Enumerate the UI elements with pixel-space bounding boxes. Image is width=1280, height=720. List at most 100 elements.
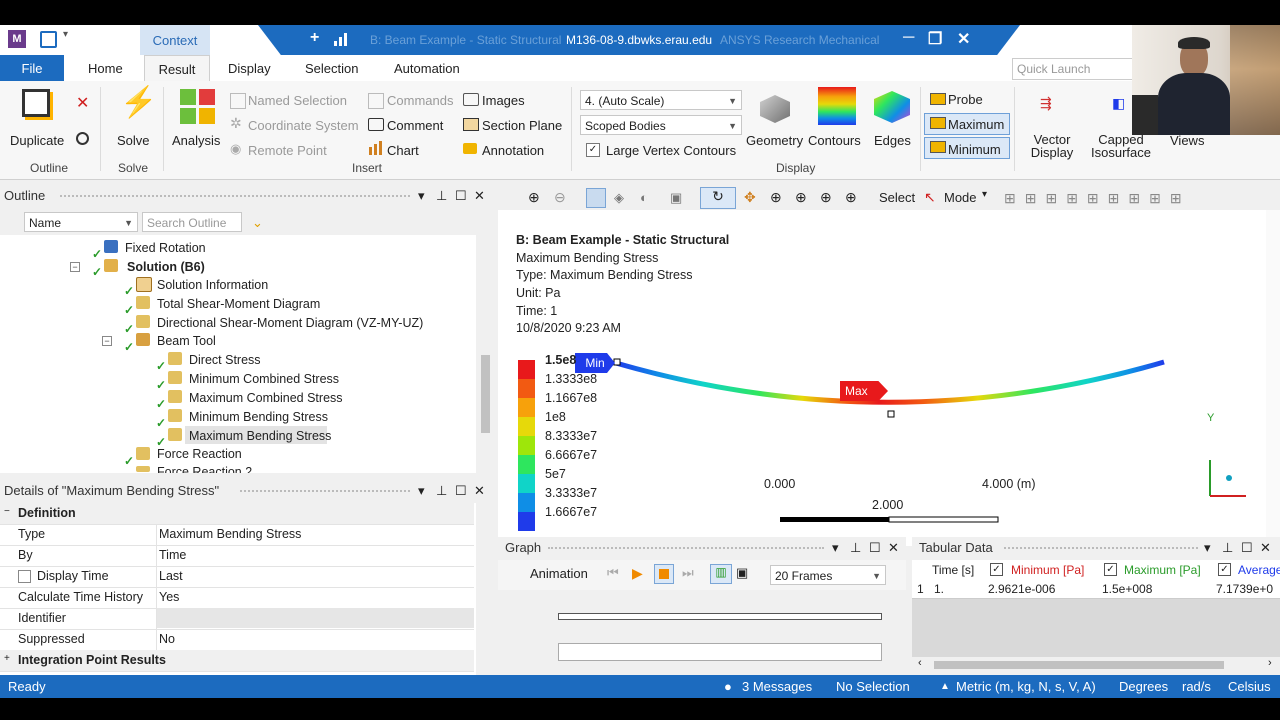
comment-icon[interactable] (368, 118, 384, 131)
commands-icon[interactable] (368, 93, 384, 109)
close-button[interactable]: ✕ (957, 29, 970, 49)
details-scrollbar[interactable] (478, 503, 492, 675)
annotation-icon[interactable] (463, 143, 477, 154)
named-selection-button[interactable]: Named Selection (248, 93, 347, 108)
qat-dropdown-icon[interactable]: ▾ (63, 29, 68, 40)
contours-button[interactable]: Contours (808, 133, 861, 148)
tabular-hscrollbar[interactable]: ‹ › (912, 657, 1280, 673)
select-label[interactable]: Select (879, 190, 915, 205)
maximize-plus-icon[interactable]: + (310, 29, 319, 47)
details-row[interactable]: Type Maximum Bending Stress (0, 524, 474, 546)
tab-automation[interactable]: Automation (394, 55, 460, 81)
view-icon[interactable]: ◐ (640, 190, 648, 205)
checkbox[interactable]: ✓ (1218, 563, 1231, 576)
panel-menu-icon[interactable]: ▾ (1204, 537, 1211, 559)
panel-menu-icon[interactable]: ▾ (418, 480, 425, 502)
close-panel-icon[interactable]: ✕ (474, 480, 485, 502)
checkbox[interactable]: ✓ (1104, 563, 1117, 576)
next-frame-icon[interactable]: ⏭ (682, 565, 694, 581)
zoom-box-icon[interactable]: ⊕ (795, 189, 807, 206)
status-degrees[interactable]: Degrees (1119, 679, 1168, 694)
maximize-panel-icon[interactable]: ☐ (869, 537, 881, 559)
details-section-definition[interactable]: − Definition (0, 503, 474, 525)
frames-select[interactable]: 20 Frames ▼ (770, 565, 886, 585)
display-time-checkbox[interactable] (18, 570, 31, 583)
images-button[interactable]: Images (482, 93, 525, 108)
chart-button[interactable]: Chart (387, 143, 419, 158)
search-icon[interactable] (76, 132, 89, 145)
column-maximum[interactable]: Maximum [Pa] (1124, 563, 1201, 577)
tree-item-force-reaction[interactable]: Force Reaction (157, 447, 242, 461)
pin-icon[interactable]: ⊥ (1222, 537, 1233, 559)
lightning-icon[interactable]: ⚡ (120, 85, 157, 120)
tree-item-maximum-combined-stress[interactable]: Maximum Combined Stress (189, 391, 343, 405)
tab-selection[interactable]: Selection (305, 55, 358, 81)
close-panel-icon[interactable]: ✕ (474, 185, 485, 207)
stop-button[interactable] (654, 564, 674, 584)
tab-display[interactable]: Display (228, 55, 271, 81)
pin-icon[interactable]: ⊥ (436, 185, 447, 207)
section-plane-button[interactable]: Section Plane (482, 118, 562, 133)
contours-icon[interactable] (818, 87, 856, 125)
chart-icon[interactable] (368, 141, 384, 155)
images-icon[interactable] (463, 93, 479, 106)
details-row[interactable]: Identifier (0, 608, 474, 630)
status-messages[interactable]: 3 Messages (742, 679, 812, 694)
scoped-bodies-select[interactable]: Scoped Bodies ▼ (580, 115, 742, 135)
scale-select[interactable]: 4. (Auto Scale) ▼ (580, 90, 742, 110)
zoom-icon[interactable]: ⊕ (770, 189, 782, 206)
coordinate-system-button[interactable]: Coordinate System (248, 118, 359, 133)
app-icon[interactable]: M (8, 30, 26, 48)
outline-search-input[interactable]: Search Outline (142, 212, 242, 232)
tree-item-minimum-combined-stress[interactable]: Minimum Combined Stress (189, 372, 339, 386)
zoom-out-icon[interactable]: ⊖ (554, 189, 566, 206)
tree-item-total-shear-moment[interactable]: Total Shear-Moment Diagram (157, 297, 320, 311)
duplicate-icon[interactable] (22, 89, 50, 117)
scroll-thumb[interactable] (481, 355, 490, 433)
column-time[interactable]: Time [s] (932, 563, 974, 577)
close-panel-icon[interactable]: ✕ (1260, 537, 1271, 559)
large-vertex-checkbox[interactable]: ✓ (586, 143, 600, 157)
pin-icon[interactable]: ⊥ (850, 537, 861, 559)
vector-display-button[interactable]: Vector Display (1030, 133, 1074, 159)
chevron-down-icon[interactable]: ▾ (982, 189, 987, 200)
edges-button[interactable]: Edges (874, 133, 911, 148)
previous-frame-icon[interactable]: ⏮ (607, 565, 619, 581)
collapse-icon[interactable]: − (4, 506, 10, 517)
delete-icon[interactable]: ✕ (76, 93, 89, 113)
quick-launch-input[interactable]: Quick Launch (1012, 58, 1138, 80)
status-units[interactable]: Metric (m, kg, N, s, V, A) (956, 679, 1096, 694)
remote-point-icon[interactable]: ◉ (230, 141, 241, 157)
panel-menu-icon[interactable]: ▾ (418, 185, 425, 207)
details-row[interactable]: Display Time Last (0, 566, 474, 588)
column-minimum[interactable]: Minimum [Pa] (1011, 563, 1084, 577)
comment-button[interactable]: Comment (387, 118, 443, 133)
coordinate-system-icon[interactable]: ✲ (230, 115, 242, 132)
tree-item-direct-stress[interactable]: Direct Stress (189, 353, 261, 367)
maximize-panel-icon[interactable]: ☐ (1241, 537, 1253, 559)
isometric-view-icon[interactable] (586, 188, 606, 208)
pan-icon[interactable]: ✥ (744, 189, 756, 206)
outline-filter-select[interactable]: Name ▼ (24, 212, 138, 232)
selection-filter-icons[interactable]: ⊞⊞⊞⊞⊞⊞⊞⊞⊞ (1004, 190, 1191, 207)
status-celsius[interactable]: Celsius (1228, 679, 1271, 694)
collapse-icon[interactable]: − (102, 336, 112, 346)
maximize-panel-icon[interactable]: ☐ (455, 480, 467, 502)
maximize-panel-icon[interactable]: ☐ (455, 185, 467, 207)
magnify-icon[interactable]: ⊕ (845, 189, 857, 206)
analysis-button[interactable]: Analysis (172, 133, 220, 148)
tree-item-solution[interactable]: Solution (B6) (127, 260, 205, 274)
details-row[interactable]: Suppressed No (0, 629, 474, 651)
mode-dropdown[interactable]: Mode (944, 190, 977, 205)
commands-button[interactable]: Commands (387, 93, 453, 108)
rotate-icon[interactable]: ↻ (700, 187, 736, 209)
box-select-icon[interactable]: ▣ (670, 190, 682, 206)
minimize-button[interactable]: ─ (903, 29, 914, 47)
expand-icon[interactable]: + (4, 653, 10, 664)
timeline-slider[interactable] (558, 613, 882, 620)
scroll-thumb[interactable] (934, 661, 1224, 669)
close-panel-icon[interactable]: ✕ (888, 537, 899, 559)
collapse-icon[interactable]: − (70, 262, 80, 272)
drag-handle[interactable] (240, 490, 410, 498)
tree-item-minimum-bending-stress[interactable]: Minimum Bending Stress (189, 410, 328, 424)
